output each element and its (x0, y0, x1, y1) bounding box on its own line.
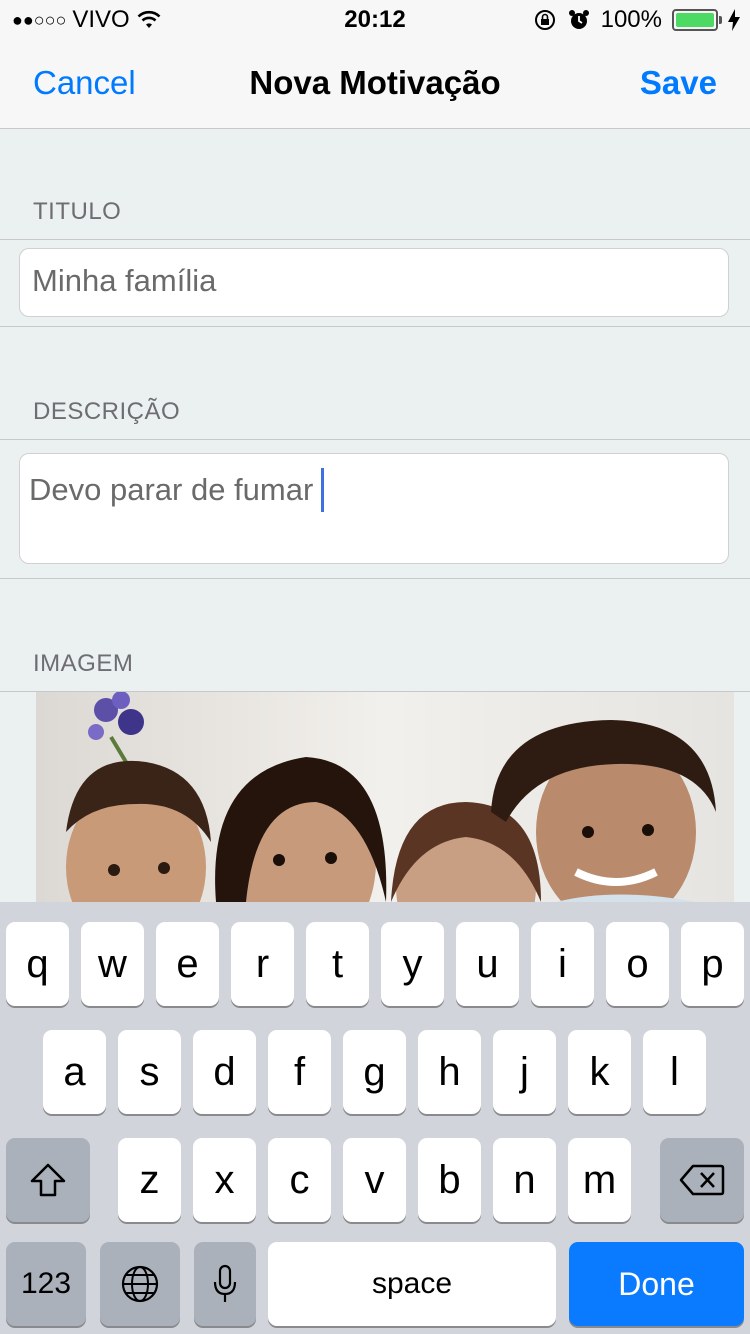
key-e[interactable]: e (156, 922, 219, 1006)
globe-key[interactable] (100, 1242, 180, 1326)
dictation-key[interactable] (194, 1242, 256, 1326)
text-cursor (321, 468, 325, 512)
battery-icon (672, 9, 722, 31)
battery-fill (676, 13, 714, 27)
backspace-key[interactable] (660, 1138, 744, 1222)
divider (0, 239, 750, 240)
battery-percentage: 100% (600, 6, 662, 33)
globe-icon (121, 1265, 159, 1303)
key-l[interactable]: l (643, 1030, 706, 1114)
key-z[interactable]: z (118, 1138, 181, 1222)
save-button[interactable]: Save (640, 64, 717, 102)
alarm-icon (568, 10, 589, 29)
key-b[interactable]: b (418, 1138, 481, 1222)
title-section-header: TITULO (33, 198, 122, 225)
shift-key[interactable] (6, 1138, 90, 1222)
numbers-key[interactable]: 123 (6, 1242, 86, 1326)
description-textarea[interactable]: Devo parar de fumar (19, 453, 729, 564)
status-bar: ●●○○○ VIVO 20:12 100% (0, 0, 750, 40)
charging-bolt-icon (728, 9, 740, 31)
navigation-bar: Cancel Nova Motivação Save (0, 40, 750, 129)
key-o[interactable]: o (606, 922, 669, 1006)
family-photo-illustration (36, 692, 734, 902)
key-v[interactable]: v (343, 1138, 406, 1222)
image-section-header: IMAGEM (33, 650, 134, 677)
title-input-value: Minha família (32, 263, 217, 298)
key-w[interactable]: w (81, 922, 144, 1006)
key-d[interactable]: d (193, 1030, 256, 1114)
key-m[interactable]: m (568, 1138, 631, 1222)
done-key[interactable]: Done (569, 1242, 744, 1326)
description-content: Devo parar de fumar (29, 468, 325, 512)
key-i[interactable]: i (531, 922, 594, 1006)
description-textarea-value: Devo parar de fumar (29, 472, 314, 507)
cancel-button[interactable]: Cancel (33, 64, 136, 102)
key-s[interactable]: s (118, 1030, 181, 1114)
title-input[interactable]: Minha família (19, 248, 729, 317)
key-u[interactable]: u (456, 922, 519, 1006)
key-c[interactable]: c (268, 1138, 331, 1222)
description-section-header: DESCRIÇÃO (33, 398, 181, 425)
status-right: 100% (533, 6, 740, 34)
key-f[interactable]: f (268, 1030, 331, 1114)
family-photo[interactable] (36, 692, 734, 902)
divider (0, 326, 750, 327)
divider (0, 439, 750, 440)
backspace-icon (679, 1164, 725, 1196)
battery-tip (719, 16, 722, 24)
key-n[interactable]: n (493, 1138, 556, 1222)
key-h[interactable]: h (418, 1030, 481, 1114)
key-q[interactable]: q (6, 922, 69, 1006)
shift-icon (30, 1163, 66, 1197)
onscreen-keyboard: q w e r t y u i o p a s d f g h j k l z … (0, 902, 750, 1334)
key-r[interactable]: r (231, 922, 294, 1006)
divider (0, 578, 750, 579)
key-g[interactable]: g (343, 1030, 406, 1114)
key-p[interactable]: p (681, 922, 744, 1006)
key-t[interactable]: t (306, 922, 369, 1006)
space-key[interactable]: space (268, 1242, 556, 1326)
key-j[interactable]: j (493, 1030, 556, 1114)
key-a[interactable]: a (43, 1030, 106, 1114)
key-x[interactable]: x (193, 1138, 256, 1222)
microphone-icon (213, 1264, 237, 1302)
key-y[interactable]: y (381, 922, 444, 1006)
key-k[interactable]: k (568, 1030, 631, 1114)
orientation-lock-icon (534, 10, 555, 30)
